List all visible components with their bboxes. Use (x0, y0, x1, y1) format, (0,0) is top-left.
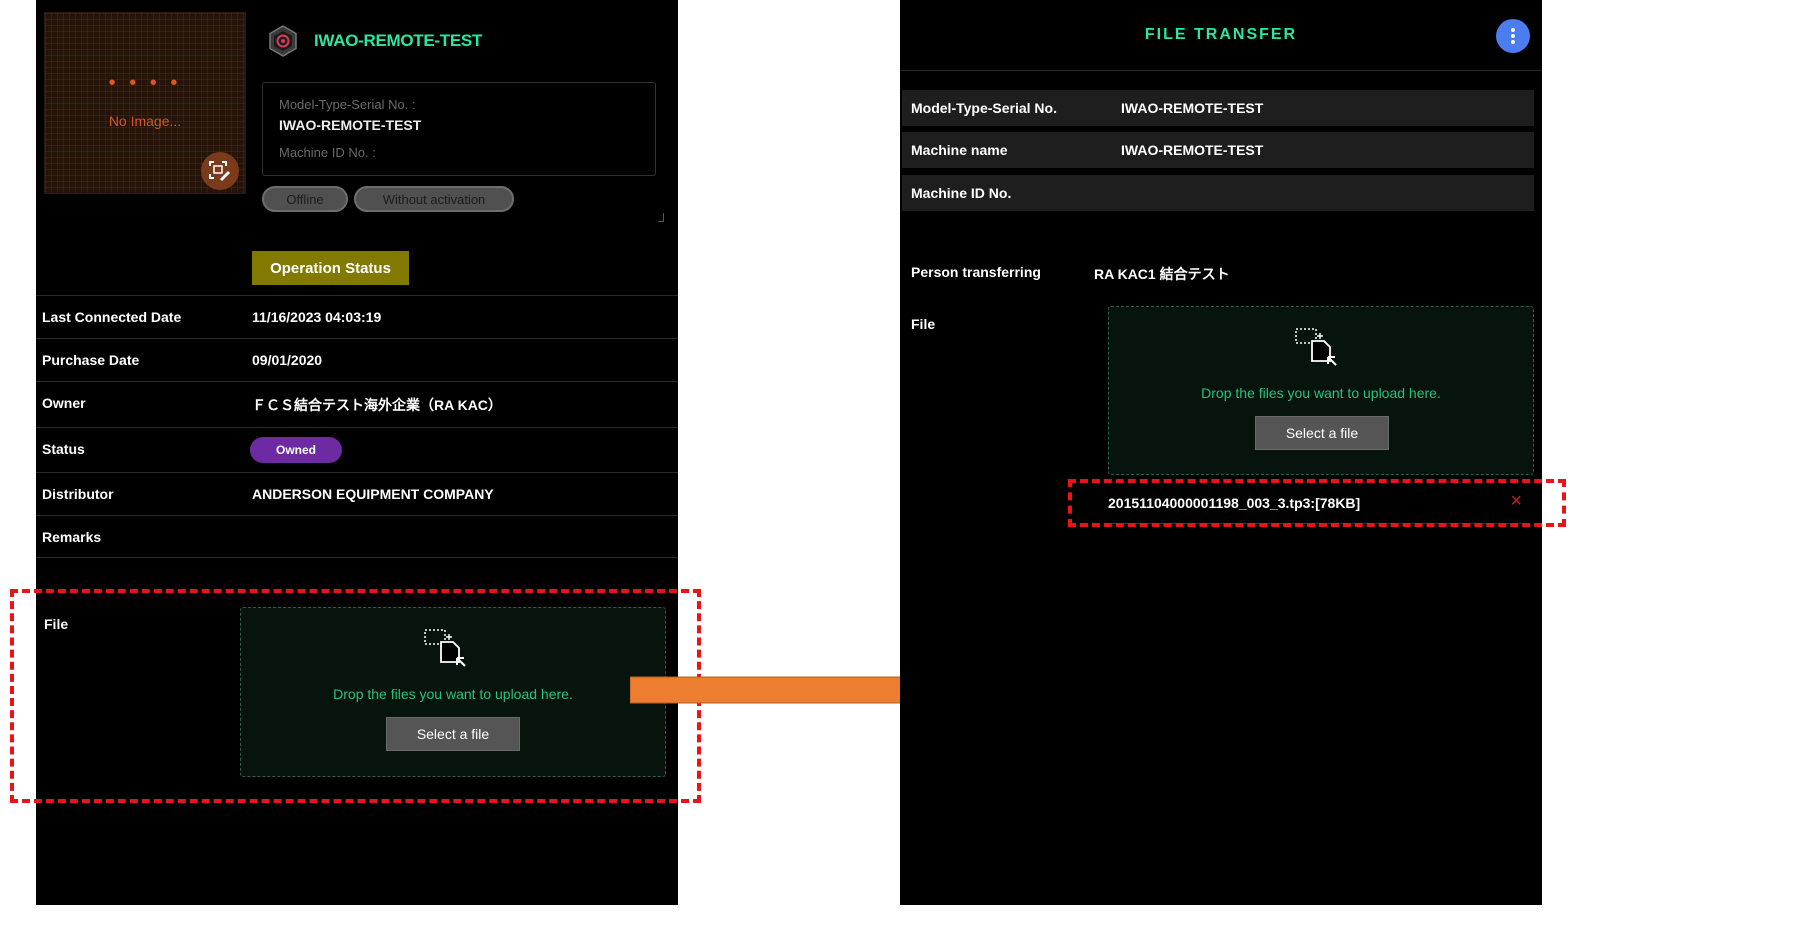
highlight-box-right (1068, 479, 1566, 527)
drop-files-text: Drop the files you want to upload here. (1201, 385, 1441, 401)
model-serial-value: IWAO-REMOTE-TEST (279, 117, 422, 133)
info-row: Machine ID No. (902, 175, 1534, 211)
file-label: File (911, 316, 936, 332)
row-divider (36, 557, 678, 559)
file-dropzone[interactable]: Drop the files you want to upload here. … (1108, 306, 1534, 475)
info-label: Model-Type-Serial No. (911, 100, 1057, 116)
more-vertical-icon (1511, 28, 1515, 44)
detail-label: Owner (42, 395, 86, 411)
detail-value: 11/16/2023 04:03:19 (252, 309, 382, 325)
more-menu-button[interactable] (1496, 19, 1530, 53)
info-value: IWAO-REMOTE-TEST (1121, 100, 1264, 116)
loading-dots: • • • • (108, 72, 182, 94)
page-title: FILE TRANSFER (1144, 26, 1298, 43)
no-image-text: No Image... (108, 113, 182, 129)
highlight-box-left (10, 589, 701, 803)
person-transferring-value: RA KAC1 結合テスト (1094, 266, 1230, 282)
edit-image-button[interactable] (201, 152, 239, 190)
detail-row: Status Owned (36, 427, 678, 471)
info-value: IWAO-REMOTE-TEST (1121, 142, 1264, 158)
detail-row: Purchase Date 09/01/2020 (36, 338, 678, 382)
detail-value: ＦＣＳ結合テスト海外企業（RA KAC） (252, 397, 502, 413)
info-label: Machine name (911, 142, 1008, 158)
info-row: Model-Type-Serial No. IWAO-REMOTE-TEST (902, 90, 1534, 126)
header-divider (900, 70, 1542, 71)
detail-label: Status (42, 441, 85, 457)
detail-value: 09/01/2020 (252, 352, 323, 368)
image-edit-icon (209, 161, 230, 181)
detail-label: Distributor (42, 486, 114, 502)
file-transfer-panel: FILE TRANSFER Model-Type-Serial No. IWAO… (900, 0, 1542, 905)
detail-row: Last Connected Date 11/16/2023 04:03:19 (36, 295, 678, 339)
detail-label: Remarks (42, 529, 102, 545)
activation-badge: Without activation (354, 186, 514, 212)
operation-status-button[interactable]: Operation Status (252, 251, 409, 285)
machine-info-box: Model-Type-Serial No. : IWAO-REMOTE-TEST… (262, 82, 656, 176)
person-transferring-label: Person transferring (911, 264, 1041, 280)
file-upload-icon (1295, 328, 1337, 366)
detail-value: ANDERSON EQUIPMENT COMPANY (252, 486, 494, 502)
detail-row: Distributor ANDERSON EQUIPMENT COMPANY (36, 472, 678, 516)
corner-mark (658, 213, 664, 222)
machine-id-label: Machine ID No. : (279, 145, 376, 160)
status-badge: Owned (250, 437, 342, 463)
detail-label: Last Connected Date (42, 309, 182, 325)
machine-hex-icon (269, 25, 297, 57)
model-serial-label: Model-Type-Serial No. : (279, 97, 416, 112)
detail-label: Purchase Date (42, 352, 140, 368)
machine-title: IWAO-REMOTE-TEST (314, 31, 483, 50)
detail-row: Owner ＦＣＳ結合テスト海外企業（RA KAC） (36, 381, 678, 425)
info-label: Machine ID No. (911, 185, 1012, 201)
offline-badge: Offline (262, 186, 348, 212)
select-file-button[interactable]: Select a file (1255, 416, 1389, 450)
detail-row: Remarks (36, 515, 678, 559)
info-row: Machine name IWAO-REMOTE-TEST (902, 132, 1534, 168)
